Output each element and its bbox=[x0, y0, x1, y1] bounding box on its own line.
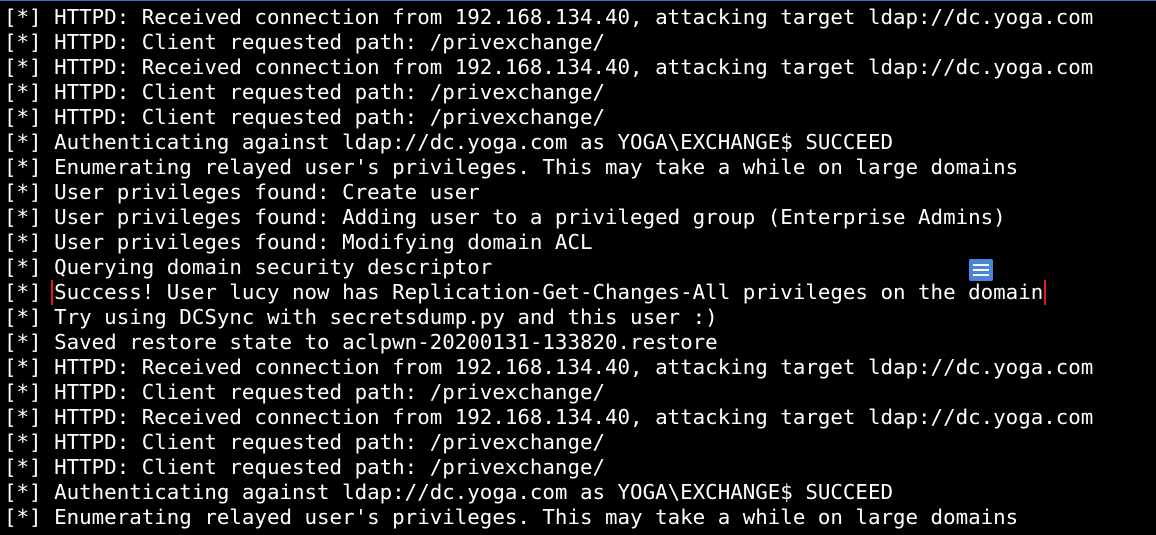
document-list-icon[interactable] bbox=[969, 259, 993, 281]
line-text: HTTPD: Client requested path: /privexcha… bbox=[54, 105, 606, 129]
line-prefix: [*] bbox=[4, 405, 42, 429]
terminal-line: [*] HTTPD: Client requested path: /prive… bbox=[4, 455, 1154, 480]
terminal-line: [*] HTTPD: Client requested path: /prive… bbox=[4, 30, 1154, 55]
terminal-line: [*] HTTPD: Received connection from 192.… bbox=[4, 405, 1154, 430]
line-text: HTTPD: Received connection from 192.168.… bbox=[54, 355, 1094, 379]
line-prefix: [*] bbox=[4, 280, 42, 304]
terminal-line: [*] Authenticating against ldap://dc.yog… bbox=[4, 130, 1154, 155]
line-text: User privileges found: Modifying domain … bbox=[54, 230, 593, 254]
line-text: Authenticating against ldap://dc.yoga.co… bbox=[54, 130, 893, 154]
line-prefix: [*] bbox=[4, 5, 42, 29]
line-prefix: [*] bbox=[4, 455, 42, 479]
line-text: HTTPD: Client requested path: /privexcha… bbox=[54, 380, 606, 404]
line-text: HTTPD: Received connection from 192.168.… bbox=[54, 405, 1094, 429]
line-prefix: [*] bbox=[4, 305, 42, 329]
line-prefix: [*] bbox=[4, 30, 42, 54]
line-text: Enumerating relayed user's privileges. T… bbox=[54, 155, 1019, 179]
line-prefix: [*] bbox=[4, 80, 42, 104]
terminal-line: [*] User privileges found: Adding user t… bbox=[4, 205, 1154, 230]
terminal-line: [*] HTTPD: Received connection from 192.… bbox=[4, 355, 1154, 380]
terminal-line: [*] Enumerating relayed user's privilege… bbox=[4, 155, 1154, 180]
terminal-line: [*] HTTPD: Client requested path: /prive… bbox=[4, 105, 1154, 130]
window-top-border bbox=[0, 0, 1156, 1]
line-text: Try using DCSync with secretsdump.py and… bbox=[54, 305, 718, 329]
terminal-line: [*] HTTPD: Client requested path: /prive… bbox=[4, 430, 1154, 455]
line-text: Saved restore state to aclpwn-20200131-1… bbox=[54, 330, 718, 354]
line-text: User privileges found: Create user bbox=[54, 180, 480, 204]
line-prefix: [*] bbox=[4, 430, 42, 454]
terminal-line: [*] HTTPD: Received connection from 192.… bbox=[4, 55, 1154, 80]
line-prefix: [*] bbox=[4, 255, 42, 279]
line-prefix: [*] bbox=[4, 55, 42, 79]
line-text: Authenticating against ldap://dc.yoga.co… bbox=[54, 480, 893, 504]
terminal-line: [*] Try using DCSync with secretsdump.py… bbox=[4, 305, 1154, 330]
line-prefix: [*] bbox=[4, 330, 42, 354]
line-prefix: [*] bbox=[4, 130, 42, 154]
line-text: HTTPD: Client requested path: /privexcha… bbox=[54, 430, 606, 454]
terminal-line: [*] Authenticating against ldap://dc.yog… bbox=[4, 480, 1154, 505]
line-prefix: [*] bbox=[4, 480, 42, 504]
terminal-line: [*] User privileges found: Modifying dom… bbox=[4, 230, 1154, 255]
line-text: Querying domain security descriptor bbox=[54, 255, 493, 279]
line-text: HTTPD: Received connection from 192.168.… bbox=[54, 5, 1094, 29]
line-prefix: [*] bbox=[4, 105, 42, 129]
terminal-line: [*] Saved restore state to aclpwn-202001… bbox=[4, 330, 1154, 355]
terminal-line: [*] HTTPD: Client requested path: /prive… bbox=[4, 380, 1154, 405]
line-text: User privileges found: Adding user to a … bbox=[54, 205, 1006, 229]
line-prefix: [*] bbox=[4, 155, 42, 179]
line-prefix: [*] bbox=[4, 355, 42, 379]
line-prefix: [*] bbox=[4, 230, 42, 254]
line-text: HTTPD: Client requested path: /privexcha… bbox=[54, 30, 606, 54]
line-text: Enumerating relayed user's privileges. T… bbox=[54, 505, 1019, 529]
terminal-line: [*] HTTPD: Client requested path: /prive… bbox=[4, 80, 1154, 105]
line-text: HTTPD: Received connection from 192.168.… bbox=[54, 55, 1094, 79]
terminal-line: [*] HTTPD: Received connection from 192.… bbox=[4, 5, 1154, 30]
terminal-window[interactable]: [*] HTTPD: Received connection from 192.… bbox=[0, 0, 1156, 535]
terminal-line: [*] Enumerating relayed user's privilege… bbox=[4, 505, 1154, 530]
line-prefix: [*] bbox=[4, 180, 42, 204]
line-text: HTTPD: Client requested path: /privexcha… bbox=[54, 455, 606, 479]
line-prefix: [*] bbox=[4, 505, 42, 529]
line-text: HTTPD: Client requested path: /privexcha… bbox=[54, 80, 606, 104]
terminal-line: [*] Success! User lucy now has Replicati… bbox=[4, 280, 1154, 305]
highlighted-success-message: Success! User lucy now has Replication-G… bbox=[51, 280, 1047, 305]
line-prefix: [*] bbox=[4, 380, 42, 404]
line-prefix: [*] bbox=[4, 205, 42, 229]
terminal-line: [*] User privileges found: Create user bbox=[4, 180, 1154, 205]
